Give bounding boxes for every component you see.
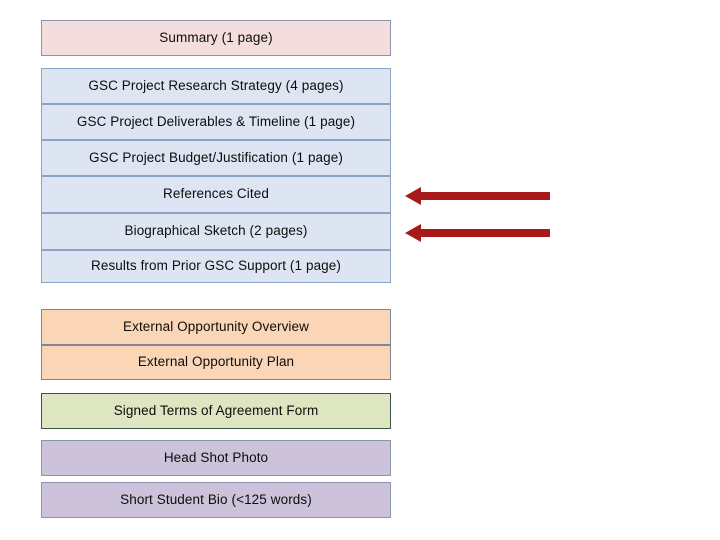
arrow-shaft [419,192,550,200]
box-external-opportunity-plan[interactable]: External Opportunity Plan [41,345,391,380]
box-external-opportunity-overview[interactable]: External Opportunity Overview [41,309,391,345]
box-signed-terms-of-agreement-form[interactable]: Signed Terms of Agreement Form [41,393,391,429]
arrow-shaft [419,229,550,237]
box-summary[interactable]: Summary (1 page) [41,20,391,56]
box-short-student-bio[interactable]: Short Student Bio (<125 words) [41,482,391,518]
box-references-cited[interactable]: References Cited [41,176,391,213]
box-gsc-project-budget-justification[interactable]: GSC Project Budget/Justification (1 page… [41,140,391,176]
box-results-from-prior-gsc-support[interactable]: Results from Prior GSC Support (1 page) [41,250,391,283]
box-head-shot-photo[interactable]: Head Shot Photo [41,440,391,476]
box-biographical-sketch[interactable]: Biographical Sketch (2 pages) [41,213,391,250]
box-gsc-project-research-strategy[interactable]: GSC Project Research Strategy (4 pages) [41,68,391,104]
box-gsc-project-deliverables-timeline[interactable]: GSC Project Deliverables & Timeline (1 p… [41,104,391,140]
diagram-canvas: Summary (1 page) GSC Project Research St… [0,0,720,540]
